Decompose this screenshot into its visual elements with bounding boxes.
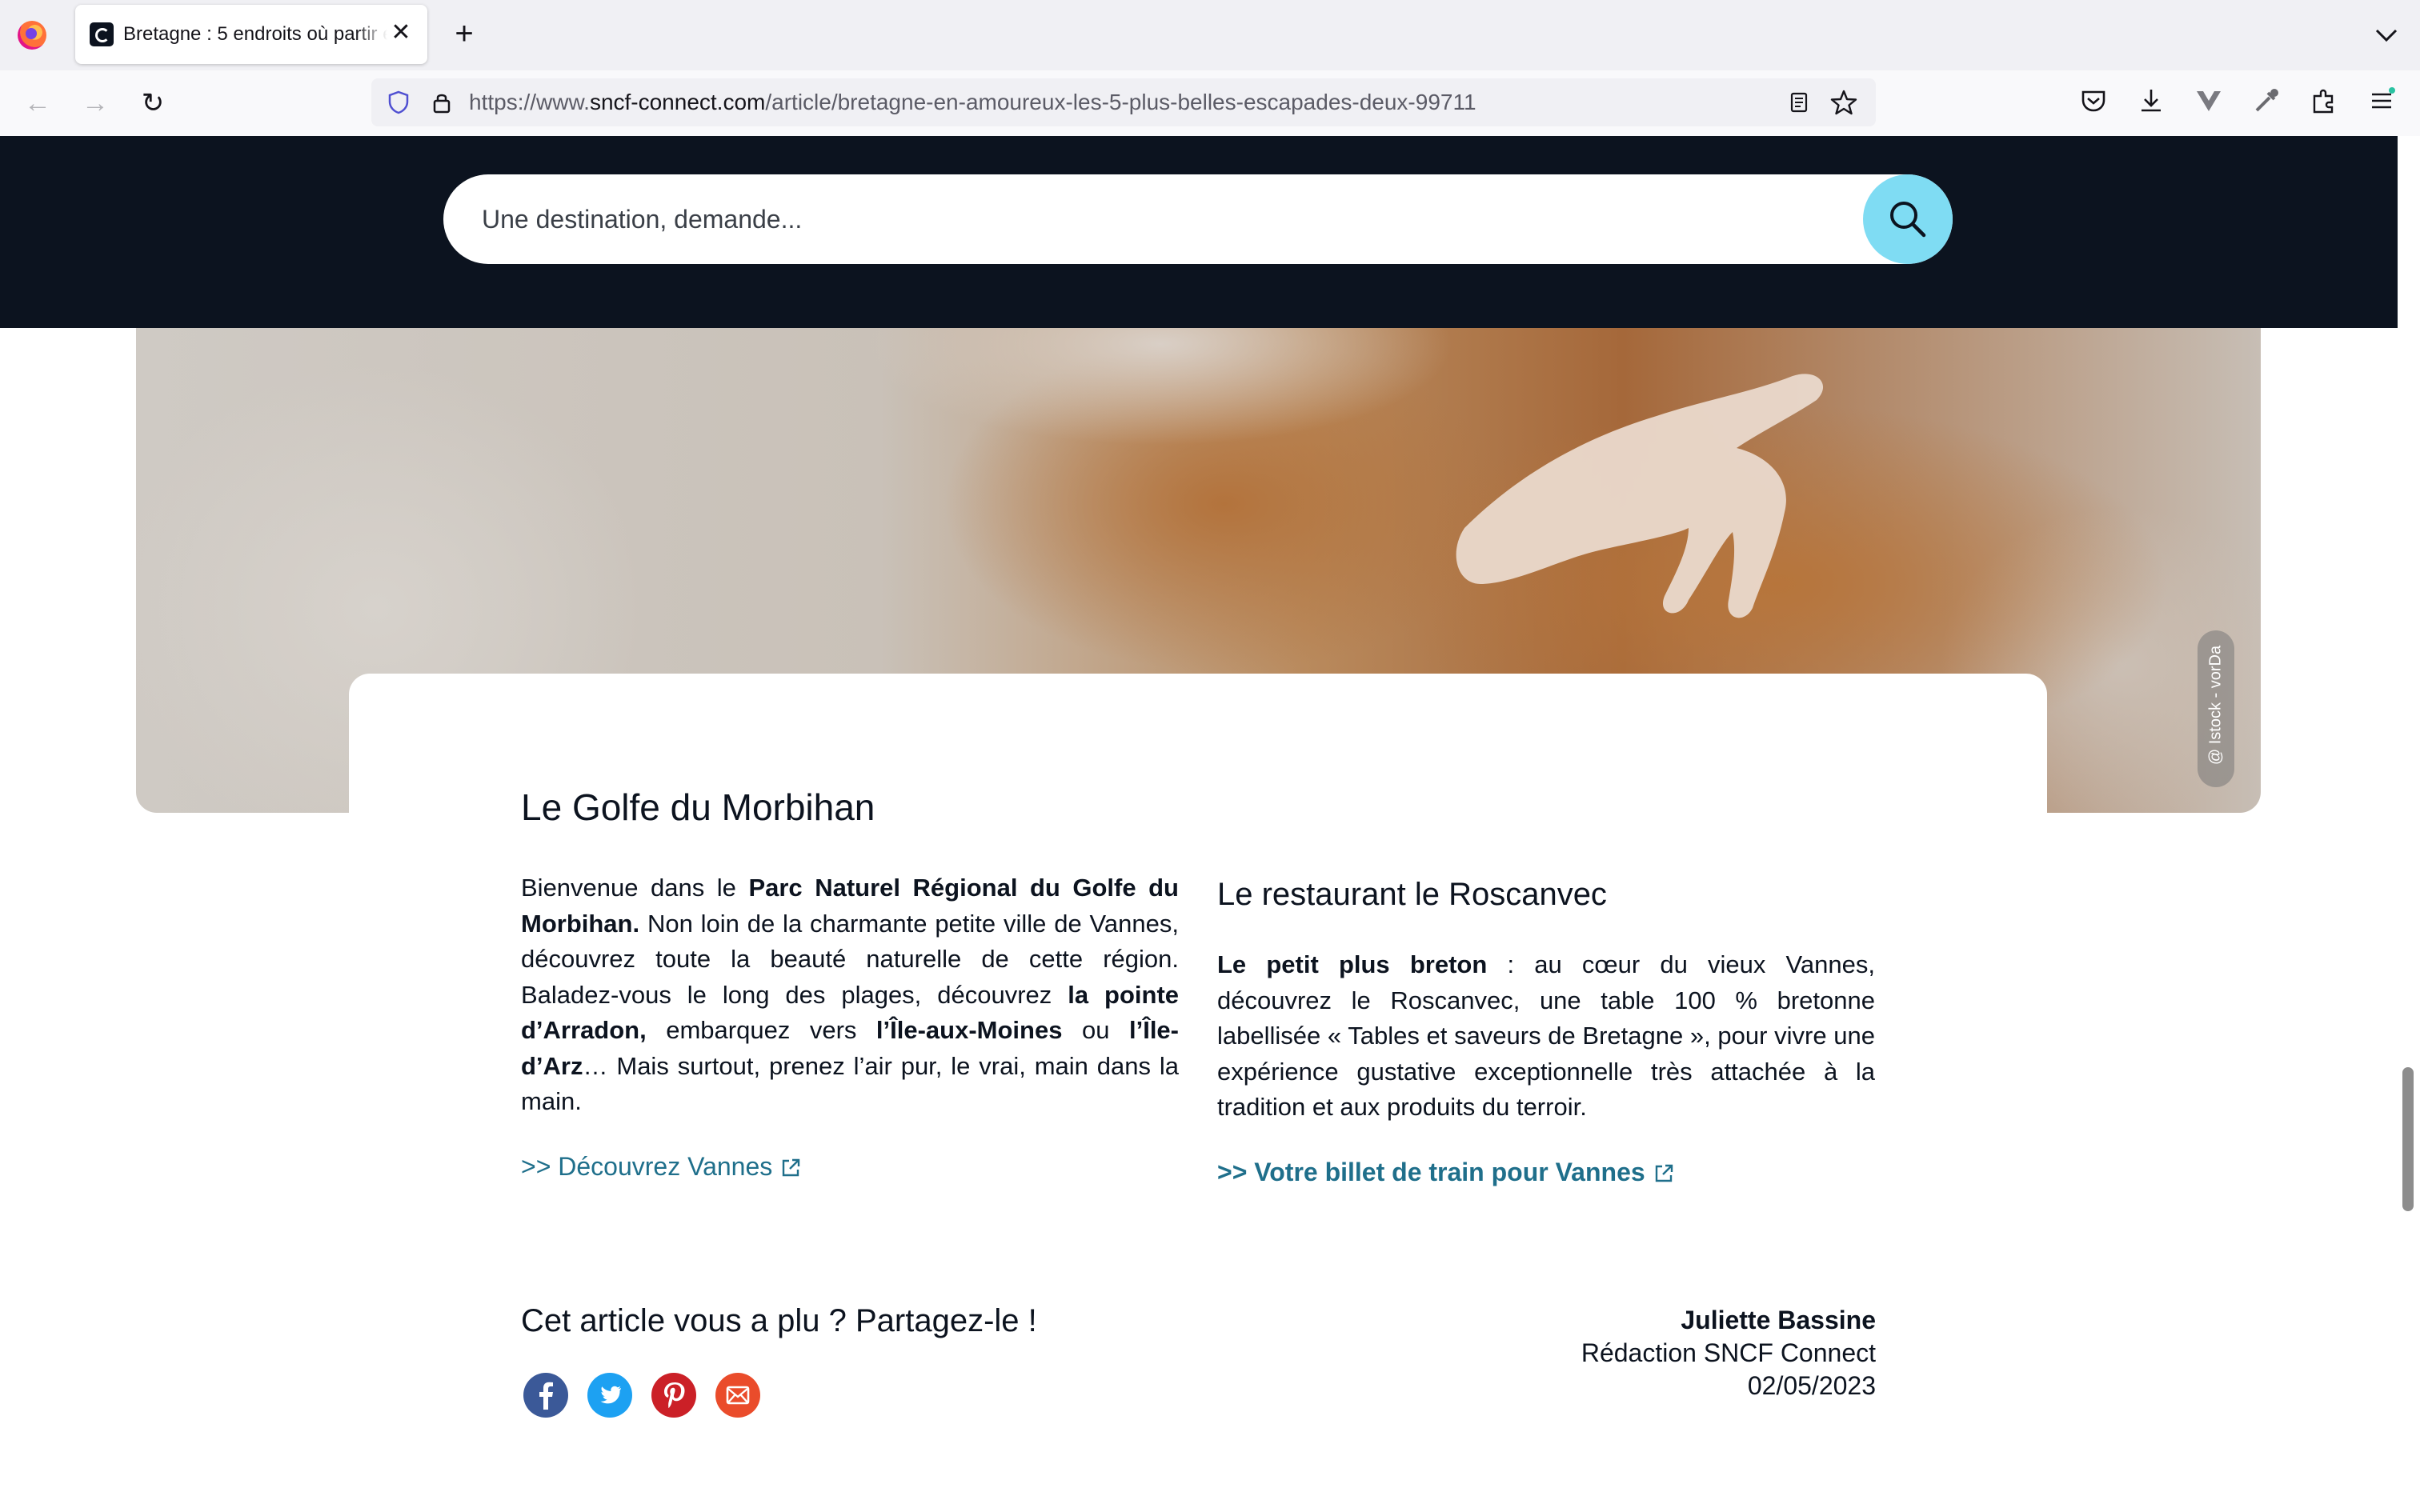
train-ticket-vannes-link[interactable]: >> Votre billet de train pour Vannes — [1217, 1156, 1875, 1188]
new-tab-button[interactable]: + — [448, 18, 480, 50]
firefox-menu-icon[interactable] — [18, 21, 46, 50]
external-link-icon — [783, 1158, 800, 1177]
browser-tab-active[interactable]: Bretagne : 5 endroits où partir en amour… — [75, 5, 427, 64]
link-label: >> Découvrez Vannes — [521, 1151, 773, 1181]
pinterest-icon — [651, 1373, 696, 1418]
search-input[interactable] — [482, 202, 1842, 237]
scrollbar-thumb[interactable] — [2402, 1067, 2414, 1211]
tab-title: Bretagne : 5 endroits où partir en amour… — [123, 23, 387, 45]
photo-credit-text: @ Istock - vorDa — [2206, 645, 2225, 766]
pocket-icon[interactable] — [2077, 85, 2109, 117]
reload-icon[interactable]: ↻ — [134, 85, 171, 122]
search-icon — [1890, 202, 1926, 238]
sncf-connect-favicon-icon — [90, 22, 114, 46]
section-paragraph: Le petit plus breton : au cœur du vieux … — [1217, 947, 1875, 1126]
vuejs-extension-icon[interactable] — [2193, 85, 2225, 117]
para-text: embarquez vers — [646, 1016, 876, 1044]
search-bar[interactable] — [443, 174, 1953, 264]
twitter-icon — [587, 1373, 632, 1418]
back-arrow-icon[interactable]: ← — [19, 85, 56, 122]
site-header — [0, 136, 2398, 328]
para-bold: l’Île-aux-Moines — [875, 1016, 1063, 1044]
pinterest-share-button[interactable] — [651, 1373, 696, 1418]
publish-date: 02/05/2023 — [1747, 1371, 1876, 1400]
facebook-share-button[interactable] — [523, 1373, 568, 1418]
section-paragraph: Bienvenue dans le Parc Naturel Régional … — [521, 870, 1179, 1120]
url-text[interactable]: https://www.sncf-connect.com/article/bre… — [469, 90, 1476, 115]
eyedropper-extension-icon[interactable] — [2250, 85, 2282, 117]
share-title: Cet article vous a plu ? Partagez-le ! — [521, 1303, 1037, 1338]
bookmark-star-icon[interactable] — [1829, 88, 1858, 117]
facebook-icon — [523, 1373, 568, 1418]
para-text: … Mais surtout, prenez l’air pur, le vra… — [521, 1051, 1179, 1116]
downloads-icon[interactable] — [2135, 85, 2167, 117]
browser-toolbar: ← → ↻ https://www.sncf-connect.com/artic… — [0, 70, 2420, 138]
close-tab-icon[interactable]: ✕ — [387, 19, 415, 46]
article-section-golfe: Le Golfe du Morbihan Bienvenue dans le P… — [521, 786, 1179, 1182]
tracking-protection-shield-icon[interactable] — [386, 90, 411, 115]
forward-arrow-icon[interactable]: → — [77, 85, 114, 122]
author-name: Juliette Bassine — [1681, 1306, 1876, 1334]
chevron-down-icon[interactable] — [2370, 19, 2402, 51]
reader-view-icon[interactable] — [1786, 90, 1812, 115]
discover-vannes-link[interactable]: >> Découvrez Vannes — [521, 1150, 1179, 1182]
email-share-button[interactable] — [715, 1373, 760, 1418]
para-text: ou — [1062, 1016, 1129, 1044]
browser-tab-strip: Bretagne : 5 endroits où partir en amour… — [0, 0, 2420, 70]
author-team: Rédaction SNCF Connect — [1581, 1338, 1876, 1367]
url-prefix: https://www. — [469, 90, 590, 114]
section-title: Le Golfe du Morbihan — [521, 786, 875, 828]
url-domain: sncf-connect.com — [589, 90, 766, 114]
twitter-share-button[interactable] — [587, 1373, 632, 1418]
hand-illustration — [1456, 374, 1824, 618]
address-bar[interactable]: https://www.sncf-connect.com/article/bre… — [371, 78, 1876, 126]
external-link-icon — [1655, 1164, 1673, 1182]
page-scrollbar[interactable] — [2398, 136, 2420, 1512]
link-label: >> Votre billet de train pour Vannes — [1217, 1157, 1645, 1186]
extensions-puzzle-icon[interactable] — [2308, 85, 2340, 117]
lock-icon[interactable] — [429, 90, 455, 115]
photo-credit-badge: @ Istock - vorDa — [2198, 630, 2234, 787]
url-path: /article/bretagne-en-amoureux-les-5-plus… — [765, 90, 1476, 114]
author-block: Juliette Bassine Rédaction SNCF Connect … — [1581, 1304, 1876, 1402]
email-icon — [715, 1373, 760, 1418]
para-text: Bienvenue dans le — [521, 874, 749, 902]
section-subtitle: Le restaurant le Roscanvec — [1217, 877, 1607, 912]
app-menu-icon[interactable] — [2366, 85, 2398, 117]
search-button[interactable] — [1863, 174, 1953, 264]
para-bold: Le petit plus breton — [1217, 950, 1488, 978]
article-section-roscanvec: Le restaurant le Roscanvec Le petit plus… — [1217, 875, 1875, 1188]
